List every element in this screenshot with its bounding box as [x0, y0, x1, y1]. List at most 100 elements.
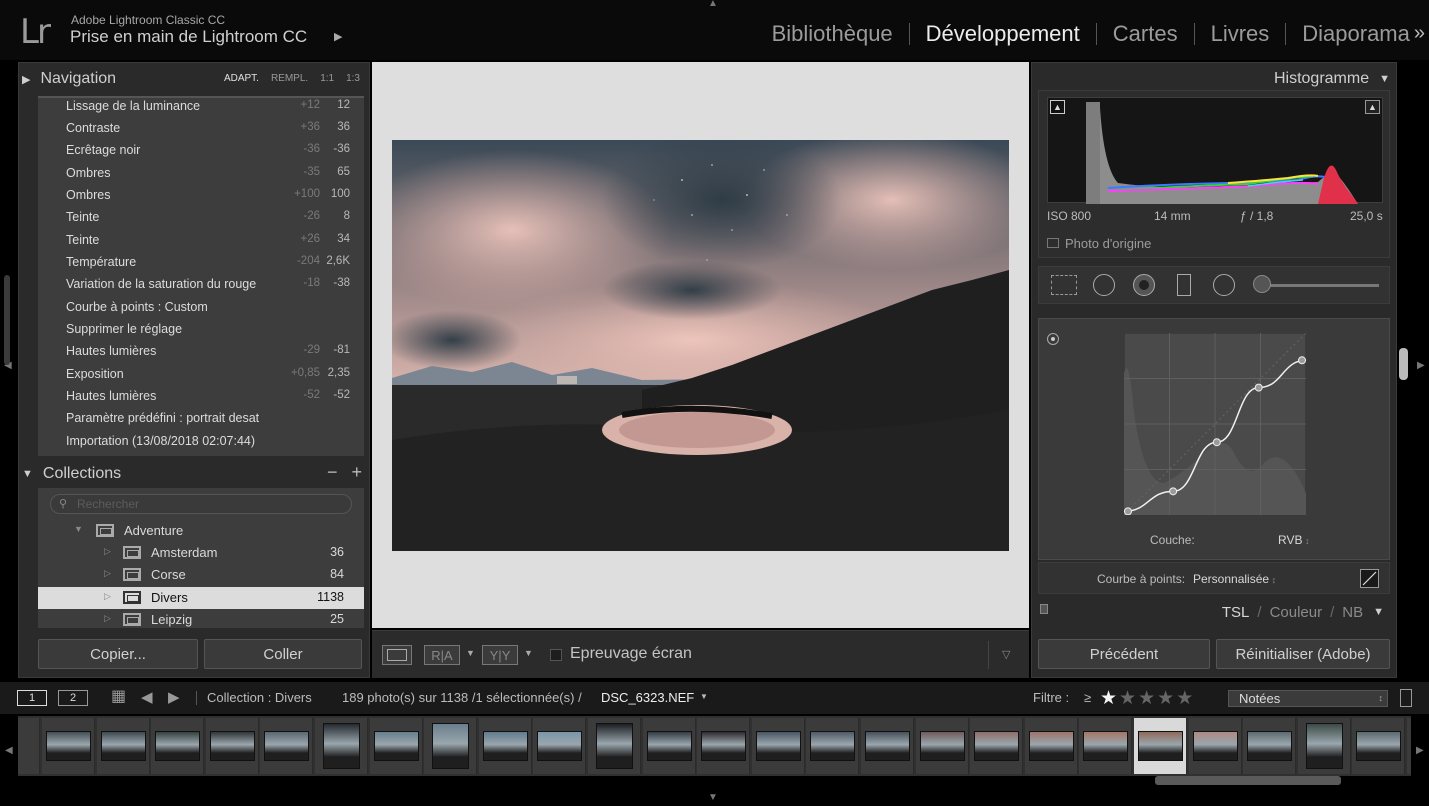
filmstrip-thumbnail[interactable]: [861, 718, 914, 774]
history-item[interactable]: Lissage de la luminance +12 12: [38, 98, 364, 118]
catalog-title[interactable]: Prise en main de Lightroom CC: [70, 27, 307, 47]
left-panel-toggle-strip[interactable]: ◀: [0, 60, 18, 678]
original-photo-checkbox[interactable]: [1047, 238, 1059, 248]
filter-operator[interactable]: ≥: [1084, 690, 1091, 705]
history-item[interactable]: Exposition +0,85 2,35: [38, 364, 364, 386]
filmstrip-thumbnail[interactable]: [970, 718, 1024, 774]
before-after-split-button[interactable]: Y|Y: [482, 645, 518, 665]
collapse-triangle-icon[interactable]: ▼: [22, 468, 33, 480]
filmstrip-thumbnail[interactable]: [1024, 718, 1078, 774]
module-map[interactable]: Cartes: [1097, 22, 1195, 45]
histogram-graph[interactable]: ▲ ▲: [1047, 97, 1383, 204]
collection-item-leipzig[interactable]: ▷ Leipzig 25: [38, 609, 364, 628]
history-item[interactable]: Paramètre prédéfini : portrait desat: [38, 408, 364, 430]
history-item[interactable]: Teinte +26 34: [38, 230, 364, 252]
targeted-adjustment-icon[interactable]: [1047, 333, 1059, 345]
filter-lock-icon[interactable]: [1400, 689, 1412, 707]
toolbar-options-chevron-icon[interactable]: ▽: [1002, 648, 1010, 661]
module-library[interactable]: Bibliothèque: [756, 22, 910, 45]
collapse-triangle-icon[interactable]: ▼: [1373, 606, 1384, 618]
highlight-clipping-toggle[interactable]: ▲: [1365, 100, 1380, 114]
filter-preset-select[interactable]: Notées ↕: [1228, 690, 1388, 707]
filmstrip-thumbnail[interactable]: [478, 718, 532, 774]
split-dropdown-icon[interactable]: ▼: [524, 648, 533, 658]
collection-set-adventure[interactable]: ▼ Adventure: [38, 520, 364, 542]
tone-curve-graph[interactable]: [1123, 332, 1307, 516]
graduated-filter-icon[interactable]: [1177, 274, 1191, 296]
filmstrip-thumbnail[interactable]: [205, 718, 259, 774]
curve-point[interactable]: [1169, 487, 1178, 496]
filmstrip-thumbnail[interactable]: [588, 718, 641, 774]
history-item[interactable]: Ombres -35 65: [38, 163, 364, 185]
forward-arrow-icon[interactable]: ▶: [168, 688, 180, 706]
collections-header[interactable]: ▼ Collections − +: [22, 460, 366, 488]
expand-triangle-icon[interactable]: ▷: [104, 613, 111, 624]
curve-point[interactable]: [1212, 438, 1221, 447]
curve-point[interactable]: [1124, 507, 1132, 516]
adjustment-brush-icon[interactable]: [1253, 275, 1271, 293]
histogram-header[interactable]: Histogramme ▼: [1040, 65, 1390, 93]
filmstrip-thumbnail[interactable]: [369, 718, 423, 774]
filmstrip-thumbnail[interactable]: [96, 718, 150, 774]
filmstrip-scrollbar[interactable]: [1155, 776, 1341, 785]
tab-hsl[interactable]: TSL: [1222, 604, 1250, 621]
collection-item-divers[interactable]: ▷ Divers 1138: [38, 587, 364, 609]
copy-settings-button[interactable]: Copier...: [38, 639, 198, 669]
filmstrip-thumbnail[interactable]: [315, 718, 368, 774]
filmstrip-thumbnail[interactable]: [1352, 718, 1406, 774]
history-item[interactable]: Teinte -26 8: [38, 207, 364, 229]
channel-select[interactable]: RVB: [1278, 533, 1309, 547]
zoom-1-3[interactable]: 1:3: [346, 73, 360, 84]
filmstrip-thumbnail[interactable]: [42, 718, 95, 774]
collapse-triangle-icon[interactable]: ▼: [1379, 73, 1390, 85]
more-modules-icon[interactable]: »: [1414, 22, 1425, 45]
shadow-clipping-toggle[interactable]: ▲: [1050, 100, 1065, 114]
grid-view-icon[interactable]: ▦: [111, 689, 126, 705]
curve-point[interactable]: [1298, 356, 1306, 365]
filmstrip-thumbnail[interactable]: [915, 718, 969, 774]
filename-dropdown-icon[interactable]: ▼: [700, 692, 708, 701]
navigator-header[interactable]: ▶ Navigation ADAPT. REMPL. 1:1 1:3: [22, 65, 366, 93]
radial-filter-icon[interactable]: [1213, 274, 1235, 296]
expand-triangle-icon[interactable]: ▷: [104, 591, 111, 602]
filename-label[interactable]: DSC_6323.NEF: [601, 690, 694, 705]
history-item[interactable]: Variation de la saturation du rouge -18 -3…: [38, 274, 364, 296]
expand-triangle-icon[interactable]: ▶: [22, 73, 30, 86]
module-slideshow[interactable]: Diaporama: [1286, 22, 1414, 45]
paste-settings-button[interactable]: Coller: [204, 639, 362, 669]
collection-item-amsterdam[interactable]: ▷ Amsterdam 36: [38, 542, 364, 564]
module-book[interactable]: Livres: [1195, 22, 1287, 45]
back-arrow-icon[interactable]: ◀: [141, 688, 153, 706]
left-scrollbar[interactable]: [4, 275, 10, 365]
filmstrip-thumbnail[interactable]: [1134, 718, 1187, 774]
history-item[interactable]: Ombres +100 100: [38, 185, 364, 207]
history-item[interactable]: Importation (13/08/2018 02:07:44): [38, 431, 364, 453]
star-icon[interactable]: ★: [1119, 688, 1138, 709]
before-after-dropdown-icon[interactable]: ▼: [466, 648, 475, 658]
zoom-fit[interactable]: ADAPT.: [224, 73, 259, 84]
add-collection-icon[interactable]: +: [351, 462, 362, 483]
filmstrip-thumbnail[interactable]: [1297, 718, 1351, 774]
filmstrip-thumbnail[interactable]: [533, 718, 587, 774]
source-label[interactable]: Collection : Divers: [207, 690, 312, 705]
collection-item-corse[interactable]: ▷ Corse 84: [38, 564, 364, 586]
crop-tool-icon[interactable]: [1051, 275, 1077, 295]
top-panel-toggle-icon[interactable]: ▲: [708, 0, 718, 9]
star-icon[interactable]: ★: [1176, 688, 1195, 709]
filmstrip-thumbnail[interactable]: [1188, 718, 1242, 774]
star-icon[interactable]: ★: [1138, 688, 1157, 709]
panel-on-off-switch[interactable]: [1040, 604, 1048, 614]
history-item[interactable]: Ecrêtage noir -36 -36: [38, 140, 364, 162]
bottom-panel-toggle-icon[interactable]: ▼: [708, 792, 718, 803]
zoom-fill[interactable]: REMPL.: [271, 73, 308, 84]
secondary-window-button[interactable]: 2: [58, 690, 88, 706]
right-panel-toggle-strip[interactable]: ▶: [1411, 60, 1429, 678]
spot-removal-icon[interactable]: [1093, 274, 1115, 296]
right-panel-toggle-icon[interactable]: ▶: [1417, 360, 1425, 371]
module-develop[interactable]: Développement: [910, 22, 1097, 45]
filmstrip-thumbnail[interactable]: [751, 718, 805, 774]
star-icon[interactable]: ★: [1100, 688, 1119, 709]
history-item[interactable]: Hautes lumières -52 -52: [38, 386, 364, 408]
point-curve-select[interactable]: Personnalisée: [1193, 572, 1276, 586]
rating-filter[interactable]: ★★★★★: [1100, 687, 1195, 710]
